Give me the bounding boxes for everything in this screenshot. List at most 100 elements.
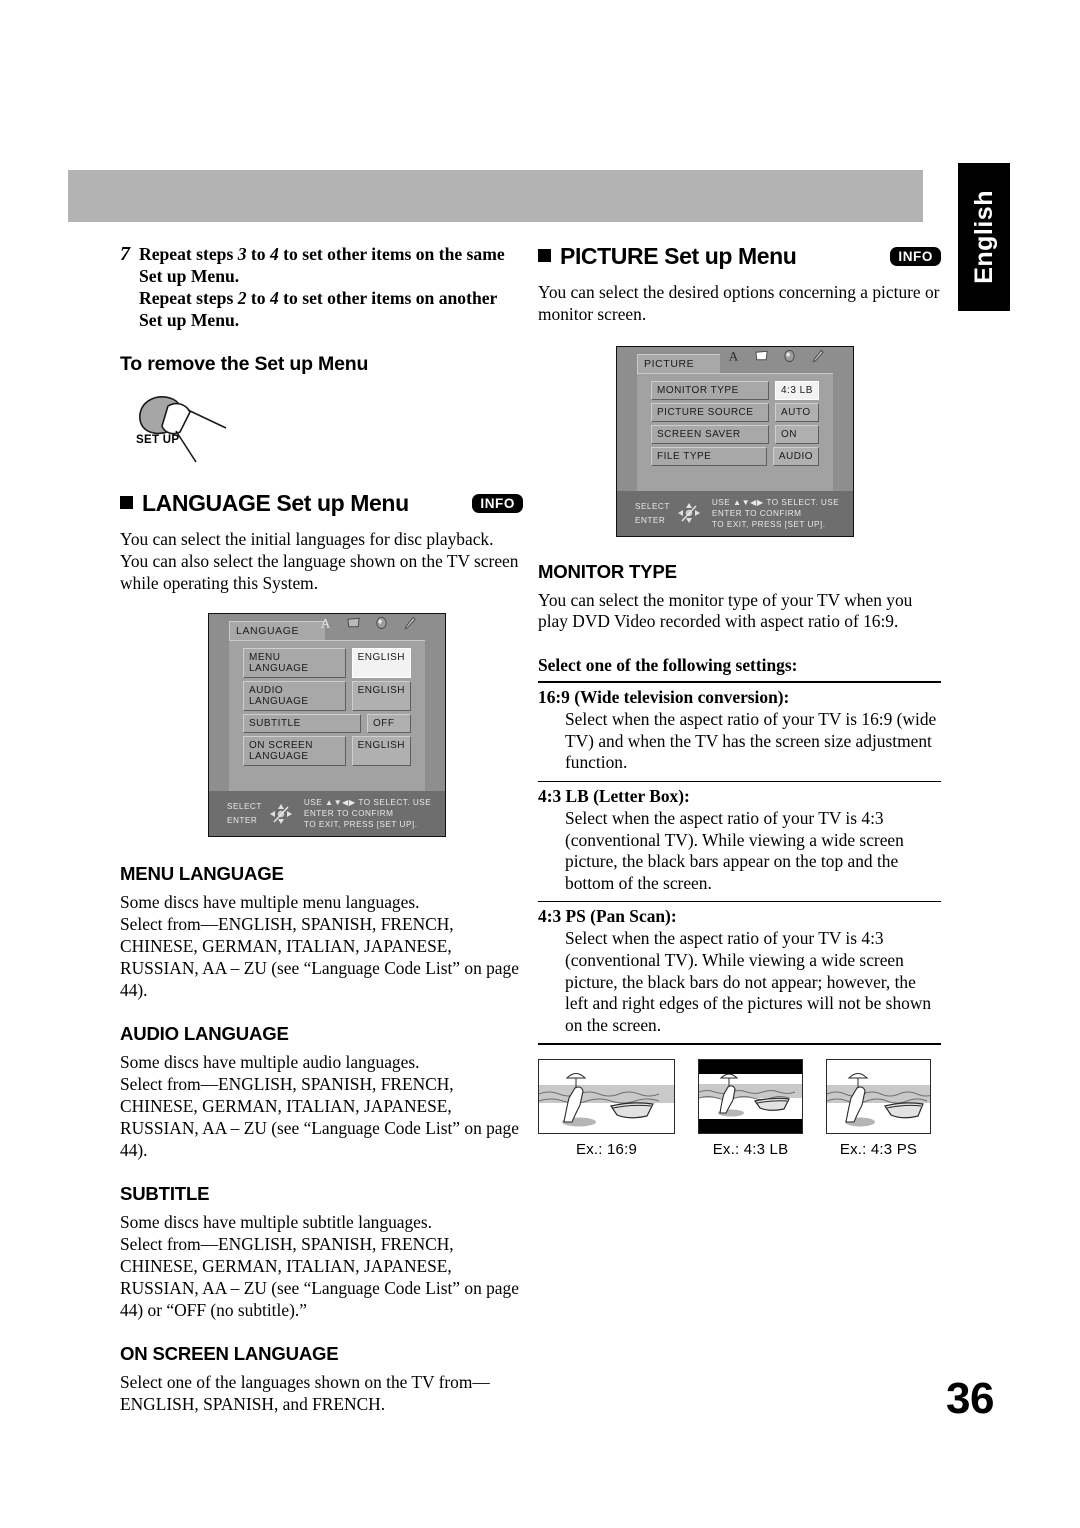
step-number: 7	[120, 243, 130, 265]
step7-line1-n2: 4	[269, 244, 279, 264]
monitor-type-intro: You can select the monitor type of your …	[538, 589, 913, 632]
page-header-bar	[68, 170, 923, 222]
wrench-icon[interactable]	[402, 615, 417, 631]
osd-value[interactable]: AUDIO	[772, 446, 819, 466]
osd-row-on-screen-language[interactable]: ON SCREEN LANGUAGE ENGLISH	[243, 736, 411, 767]
osd-value[interactable]: OFF	[367, 714, 411, 734]
picture-setup-heading: PICTURE Set up Menu INFO	[538, 243, 941, 270]
menu-language-line2: Select from—ENGLISH, SPANISH, FRENCH, CH…	[120, 914, 519, 1000]
language-setup-title: LANGUAGE Set up Menu	[142, 490, 409, 516]
example-4-3-ps: Ex.: 4:3 PS	[826, 1059, 931, 1158]
osd-enter-label: ENTER	[227, 816, 258, 826]
svg-text:A: A	[729, 348, 739, 363]
speaker-disc-icon[interactable]	[374, 615, 389, 631]
monitor-icon[interactable]	[346, 615, 361, 631]
osd-value[interactable]: ENGLISH	[351, 681, 411, 712]
speaker-disc-icon[interactable]	[782, 348, 797, 364]
option-desc: Select when the aspect ratio of your TV …	[565, 928, 932, 1035]
monitor-icon[interactable]	[754, 348, 769, 364]
osd-row-picture-source[interactable]: PICTURE SOURCE AUTO	[651, 402, 819, 422]
osd-footer-message: USE ▲▼◀▶ TO SELECT. USE ENTER TO CONFIRM…	[712, 497, 843, 530]
menu-language-heading: MENU LANGUAGE	[120, 863, 284, 885]
osd-key: SCREEN SAVER	[651, 424, 769, 444]
language-osd-tab-icons: A	[318, 615, 417, 631]
osd-row-subtitle[interactable]: SUBTITLE OFF	[243, 714, 411, 734]
on-screen-language-line1: Select one of the languages shown on the…	[120, 1372, 490, 1415]
osd-row-audio-language[interactable]: AUDIO LANGUAGE ENGLISH	[243, 681, 411, 712]
language-osd-top: LANGUAGE A MENU LANGUAGE ENGLISH AUDIO L	[209, 614, 445, 792]
osd-row-file-type[interactable]: FILE TYPE AUDIO	[651, 446, 819, 466]
step7-line2-n2: 4	[269, 288, 279, 308]
step7-line2-b: to	[246, 288, 270, 308]
osd-row-screen-saver[interactable]: SCREEN SAVER ON	[651, 424, 819, 444]
osd-value[interactable]: 4:3 LB	[775, 380, 819, 400]
picture-osd-tab-title: PICTURE	[637, 353, 721, 373]
wrench-icon[interactable]	[810, 348, 825, 364]
dpad-glyph	[677, 503, 700, 524]
osd-value[interactable]: ENGLISH	[351, 648, 411, 679]
osd-footer-message: USE ▲▼◀▶ TO SELECT. USE ENTER TO CONFIRM…	[304, 797, 435, 830]
option-title: 4:3 LB (Letter Box):	[538, 785, 690, 806]
step7-line2-n1: 2	[237, 288, 247, 308]
audio-language-heading: AUDIO LANGUAGE	[120, 1023, 289, 1045]
option-desc: Select when the aspect ratio of your TV …	[565, 709, 937, 773]
picture-osd-tab-icons: A	[726, 348, 825, 364]
osd-dpad-icon	[268, 802, 294, 826]
osd-key: AUDIO LANGUAGE	[243, 681, 346, 712]
option-desc: Select when the aspect ratio of your TV …	[565, 807, 904, 893]
step7-line1-b: to	[246, 244, 270, 264]
letterbox-bar-bottom	[699, 1119, 802, 1134]
option-4-3-lb: 4:3 LB (Letter Box): Select when the asp…	[538, 782, 941, 901]
osd-footer-labels: SELECT ENTER	[227, 801, 262, 826]
beach-scene-icon	[827, 1060, 930, 1134]
language-osd-tab-title: LANGUAGE	[229, 621, 326, 641]
language-tab: English	[958, 163, 1010, 311]
picture-osd-tabrow: PICTURE A	[617, 347, 853, 373]
monitor-type-heading: MONITOR TYPE	[538, 560, 677, 582]
example-caption: Ex.: 4:3 LB	[712, 1141, 789, 1159]
osd-value[interactable]: ON	[775, 424, 819, 444]
picture-osd-panel: MONITOR TYPE 4:3 LB PICTURE SOURCE AUTO …	[637, 372, 833, 491]
osd-key: MENU LANGUAGE	[243, 648, 346, 679]
step7-line2-a: Repeat steps	[139, 288, 238, 308]
example-4-3-lb: Ex.: 4:3 LB	[698, 1059, 803, 1158]
osd-row-monitor-type[interactable]: MONITOR TYPE 4:3 LB	[651, 380, 819, 400]
osd-key: FILE TYPE	[651, 446, 767, 466]
option-title: 4:3 PS (Pan Scan):	[538, 906, 677, 927]
square-bullet-icon	[120, 496, 133, 509]
example-caption: Ex.: 4:3 PS	[839, 1141, 918, 1159]
osd-key: SUBTITLE	[243, 714, 361, 734]
language-osd-footer: SELECT ENTER USE ▲▼◀▶ TO SELECT. USE ENT…	[209, 791, 445, 837]
divider-bottom	[538, 1043, 941, 1046]
osd-select-label: SELECT	[227, 802, 262, 812]
picture-setup-intro: You can select the desired options conce…	[538, 282, 940, 324]
option-4-3-ps: 4:3 PS (Pan Scan): Select when the aspec…	[538, 902, 941, 1043]
osd-value[interactable]: ENGLISH	[351, 736, 411, 767]
osd-enter-label: ENTER	[635, 515, 666, 525]
osd-row-menu-language[interactable]: MENU LANGUAGE ENGLISH	[243, 648, 411, 679]
letter-a-icon[interactable]: A	[726, 348, 741, 364]
svg-text:A: A	[321, 616, 331, 631]
example-16-9: Ex.: 16:9	[538, 1059, 675, 1158]
page-number: 36	[946, 1374, 994, 1423]
subtitle-line2: Select from—ENGLISH, SPANISH, FRENCH, CH…	[120, 1234, 519, 1320]
language-osd-tabrow: LANGUAGE A	[209, 614, 445, 641]
audio-language-line1: Some discs have multiple audio languages…	[120, 1052, 420, 1073]
osd-value[interactable]: AUTO	[775, 402, 819, 422]
right-column: PICTURE Set up Menu INFO You can select …	[538, 243, 941, 1158]
osd-select-label: SELECT	[635, 501, 670, 511]
step-text: Repeat steps 3 to 4 to set other items o…	[139, 243, 523, 331]
language-setup-heading: LANGUAGE Set up Menu INFO	[120, 490, 523, 517]
language-setup-intro: You can select the initial languages for…	[120, 529, 519, 593]
osd-key: ON SCREEN LANGUAGE	[243, 736, 346, 767]
aspect-ratio-examples: Ex.: 16:9 Ex.: 4:3 LB Ex.: 4:3 PS	[538, 1059, 941, 1158]
dpad-glyph	[269, 803, 292, 824]
letter-a-icon[interactable]: A	[318, 615, 333, 631]
step-7: 7 Repeat steps 3 to 4 to set other items…	[120, 243, 523, 331]
example-caption: Ex.: 16:9	[575, 1141, 637, 1159]
on-screen-language-heading: ON SCREEN LANGUAGE	[120, 1343, 339, 1365]
letterbox-bar-top	[699, 1060, 802, 1075]
audio-language-line2: Select from—ENGLISH, SPANISH, FRENCH, CH…	[120, 1074, 519, 1160]
example-frame-panscan	[826, 1059, 931, 1135]
menu-language-line1: Some discs have multiple menu languages.	[120, 892, 420, 913]
